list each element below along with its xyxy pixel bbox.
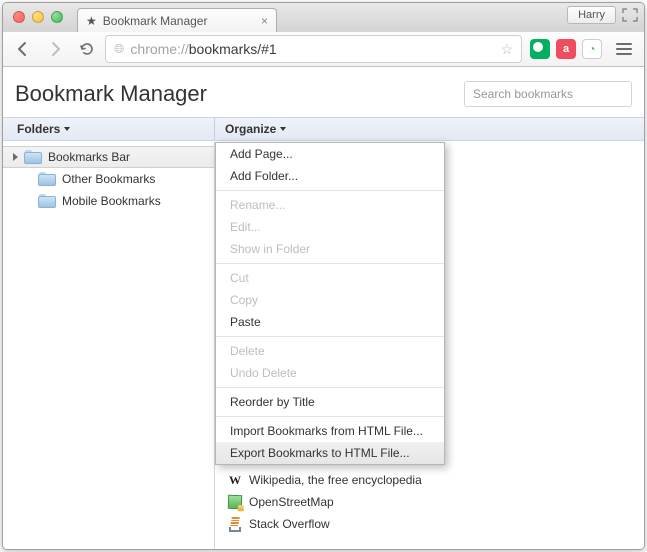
organize-context-menu[interactable]: Add Page...Add Folder... Rename...Edit...… [215,142,445,465]
forward-button[interactable] [41,35,69,63]
globe-icon: 🌐︎ [114,41,124,57]
menu-separator [216,387,444,388]
folder-tree-pane: Bookmarks Bar Other Bookmarks Mobile Bookm… [3,142,215,549]
bookmark-label: Stack Overflow [249,517,330,531]
star-icon: ★ [86,14,97,28]
minimize-window-button[interactable] [32,11,44,23]
folder-icon [24,150,42,164]
organize-dropdown[interactable]: Organize [215,118,286,140]
tab-title: Bookmark Manager [103,14,208,28]
bookmark-content: Bookmarks Bar Other Bookmarks Mobile Bookm… [3,142,644,549]
page-header: Bookmark Manager [3,67,644,117]
osm-favicon-icon [227,494,243,510]
menu-item: Rename... [216,194,444,216]
bookmark-row[interactable]: OpenStreetMap [215,491,644,513]
url-scheme-host: chrome:// [130,41,188,57]
fullscreen-icon[interactable] [622,8,638,22]
back-button[interactable] [9,35,37,63]
folders-dropdown[interactable]: Folders [3,118,215,140]
zoom-window-button[interactable] [51,11,63,23]
address-bar[interactable]: 🌐︎ chrome://bookmarks/#1 ☆ [105,35,522,63]
folder-icon [38,194,56,208]
browser-window: ★ Bookmark Manager × Harry 🌐︎ chrome://b… [2,2,645,550]
folder-row[interactable]: Other Bookmarks [3,168,214,190]
menu-separator [216,263,444,264]
wiki-favicon-icon: W [227,472,243,488]
chevron-down-icon [280,127,286,131]
folder-row[interactable]: Bookmarks Bar [3,146,214,168]
profile-button[interactable]: Harry [567,6,616,24]
menu-item[interactable]: Import Bookmarks from HTML File... [216,420,444,442]
menu-item[interactable]: Add Folder... [216,165,444,187]
menu-item[interactable]: Export Bookmarks to HTML File... [216,442,444,464]
bookmark-row[interactable]: Stack Overflow [215,513,644,535]
extension-icons: a ◔ [530,39,602,59]
menu-item[interactable]: Reorder by Title [216,391,444,413]
browser-tab[interactable]: ★ Bookmark Manager × [77,8,277,32]
menu-item: Undo Delete [216,362,444,384]
bookmark-row[interactable]: W Wikipedia, the free encyclopedia [215,469,644,491]
close-window-button[interactable] [13,11,25,23]
extension-icon-o[interactable]: ◔ [582,39,602,59]
organize-label: Organize [225,122,276,136]
bookmark-label: Wikipedia, the free encyclopedia [249,473,422,487]
folder-icon [38,172,56,186]
reload-button[interactable] [73,35,101,63]
search-input[interactable] [464,81,632,107]
menu-item: Cut [216,267,444,289]
menu-item: Edit... [216,216,444,238]
folder-row[interactable]: Mobile Bookmarks [3,190,214,212]
folders-label: Folders [17,122,60,136]
folder-label: Other Bookmarks [62,172,155,186]
chrome-menu-button[interactable] [610,35,638,63]
window-controls [13,11,63,23]
profile-label: Harry [578,9,605,21]
bookmark-star-icon[interactable]: ☆ [500,41,513,58]
menu-separator [216,336,444,337]
menu-separator [216,416,444,417]
menu-item: Copy [216,289,444,311]
page-title: Bookmark Manager [15,81,207,107]
menu-item: Delete [216,340,444,362]
menu-item[interactable]: Paste [216,311,444,333]
bookmark-toolbar: Folders Organize [3,117,644,141]
menu-item[interactable]: Add Page... [216,143,444,165]
menu-item: Show in Folder [216,238,444,260]
menu-separator [216,190,444,191]
chevron-down-icon [64,127,70,131]
extension-icon-q[interactable]: a [556,39,576,59]
folder-label: Bookmarks Bar [48,150,130,164]
hangouts-extension-icon[interactable] [530,39,550,59]
close-tab-icon[interactable]: × [261,14,268,28]
bookmark-manager-page: Bookmark Manager Folders Organize Bookma… [3,67,644,549]
browser-toolbar: 🌐︎ chrome://bookmarks/#1 ☆ a ◔ [3,31,644,67]
folder-label: Mobile Bookmarks [62,194,161,208]
so-favicon-icon [227,516,243,532]
url-path: bookmarks/#1 [189,41,277,57]
url-text: chrome://bookmarks/#1 [130,41,276,57]
disclosure-icon[interactable] [13,153,18,161]
tabstrip: ★ Bookmark Manager × Harry [3,3,644,31]
bookmark-list-pane: Add Page...Add Folder... Rename...Edit...… [215,142,644,549]
bookmark-label: OpenStreetMap [249,495,334,509]
